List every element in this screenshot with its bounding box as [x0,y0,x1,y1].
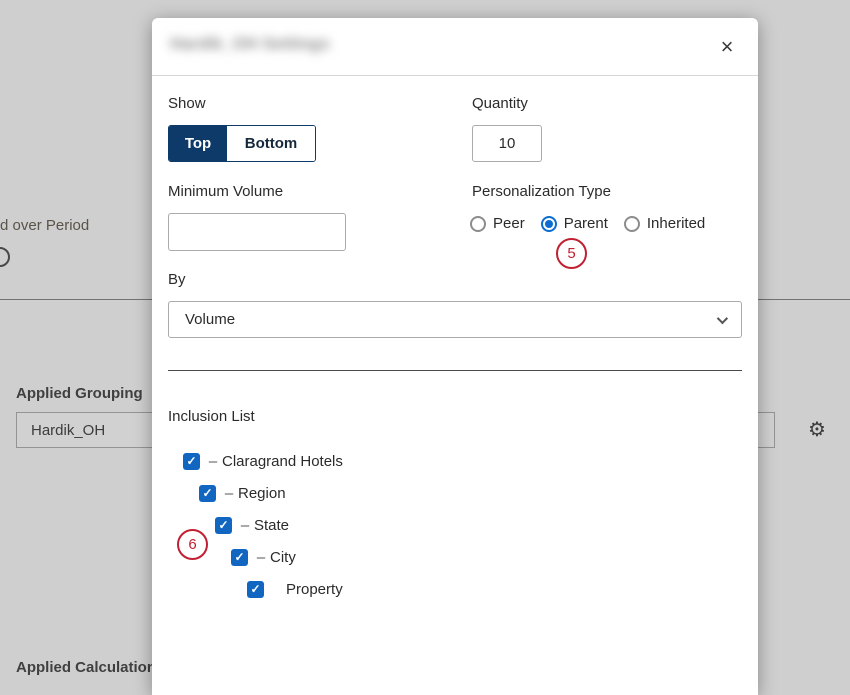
check-icon: ✓ [202,485,212,502]
checkbox-claragrand[interactable]: ✓ [183,453,200,470]
tree-row-city: ✓ – City [152,541,758,573]
check-icon: ✓ [186,453,196,470]
checkbox-region[interactable]: ✓ [199,485,216,502]
checkbox-city[interactable]: ✓ [231,549,248,566]
dialog-header: Hardik_OH Settings × [152,18,758,76]
annotation-circle-6: 6 [177,529,208,560]
quantity-input[interactable] [472,125,542,162]
tree-row-region: ✓ – Region [152,477,758,509]
tree-row-state: ✓ – State [152,509,758,541]
tree-collapse-icon[interactable]: – [238,517,252,534]
show-label: Show [168,94,206,114]
checkbox-property[interactable]: ✓ [247,581,264,598]
personalization-type-label: Personalization Type [472,182,611,202]
by-label: By [168,270,186,290]
by-select-value: Volume [185,311,717,328]
radio-peer[interactable]: Peer [470,215,525,232]
quantity-label: Quantity [472,94,528,114]
radio-circle-inherited [624,216,640,232]
section-divider [168,370,742,371]
personalization-radio-group: Peer Parent Inherited [470,215,705,232]
show-bottom-button[interactable]: Bottom [227,126,315,161]
tree-collapse-icon[interactable]: – [206,453,220,470]
tree-collapse-icon[interactable]: – [222,485,236,502]
inclusion-tree: ✓ – Claragrand Hotels ✓ – Region ✓ – Sta… [152,445,758,605]
settings-dialog: Hardik_OH Settings × Show Top Bottom Qua… [152,18,758,695]
by-select[interactable]: Volume [168,301,742,338]
dialog-title-blurred: Hardik_OH Settings [170,34,330,54]
check-icon: ✓ [250,581,260,598]
tree-collapse-icon[interactable]: – [254,549,268,566]
minimum-volume-input[interactable] [168,213,346,251]
radio-circle-parent [541,216,557,232]
minimum-volume-label: Minimum Volume [168,182,283,202]
checkbox-state[interactable]: ✓ [215,517,232,534]
inclusion-list-label: Inclusion List [168,407,255,427]
radio-parent[interactable]: Parent [541,215,608,232]
close-icon[interactable]: × [712,32,742,62]
show-top-button[interactable]: Top [169,126,227,161]
chevron-down-icon [717,312,728,323]
tree-row-property: ✓ Property [152,573,758,605]
radio-circle-peer [470,216,486,232]
show-toggle: Top Bottom [168,125,316,162]
check-icon: ✓ [218,517,228,534]
annotation-circle-5: 5 [556,238,587,269]
radio-inherited[interactable]: Inherited [624,215,705,232]
check-icon: ✓ [234,549,244,566]
tree-row-claragrand: ✓ – Claragrand Hotels [152,445,758,477]
